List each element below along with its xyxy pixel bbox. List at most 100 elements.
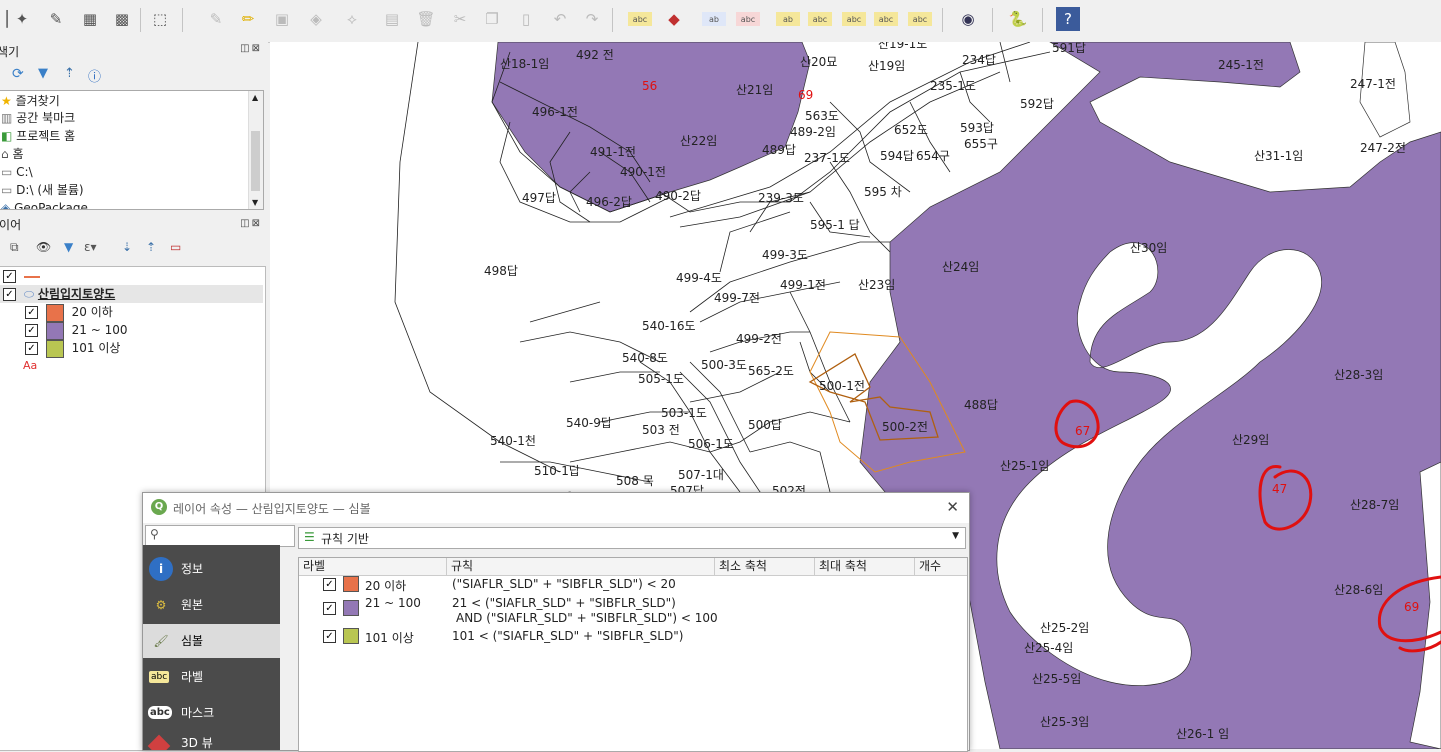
label-properties-icon[interactable]: abc — [908, 12, 932, 26]
browser-item[interactable]: ▥ 공간 북마크 — [1, 109, 75, 127]
rule-row[interactable]: ✓ 101 이상 101 < ("SIAFLR_SLD" + "SIBFLR_S… — [299, 628, 967, 645]
rule-row[interactable]: ✓ 21 ~ 100 21 < ("SIAFLR_SLD" + "SIBFLR_… — [299, 594, 967, 626]
rule-checkbox[interactable]: ✓ — [323, 630, 336, 643]
browser-item[interactable]: ▭ C:\ — [1, 163, 33, 181]
search-input[interactable]: ⚲ — [145, 525, 295, 547]
column-header-max-scale[interactable]: 최대 축척 — [815, 558, 915, 575]
layer-visibility-checkbox[interactable]: ✓ — [3, 270, 16, 283]
copy-icon[interactable]: ❐ — [480, 7, 504, 31]
save-edits-icon[interactable]: ▣ — [270, 7, 294, 31]
current-edits-icon[interactable]: ✎ — [204, 7, 228, 31]
layer-row-line[interactable]: ✓ — [3, 267, 40, 285]
python-console-icon[interactable]: 🐍 — [1006, 7, 1030, 31]
highlight-pinned-labels-icon[interactable]: ab — [702, 12, 726, 26]
refresh-icon[interactable]: ⟳ — [12, 66, 24, 82]
legend-checkbox[interactable]: ✓ — [25, 342, 38, 355]
expand-all-icon[interactable]: ⇣ — [122, 240, 132, 254]
show-hide-labels-icon[interactable]: ab — [776, 12, 800, 26]
browser-item[interactable]: ▭ D:\ (새 볼륨) — [1, 181, 84, 199]
remove-layer-icon[interactable]: ▭ — [170, 240, 181, 254]
browser-item[interactable]: ◧ 프로젝트 홈 — [1, 127, 75, 145]
globe-plugin-icon[interactable]: ◉ — [956, 7, 980, 31]
label-layer-icon: Aa — [23, 359, 38, 372]
legend-checkbox[interactable]: ✓ — [25, 306, 38, 319]
rule-checkbox[interactable]: ✓ — [323, 602, 336, 615]
layers-toolbar: ⧉ 👁 ▼ ε▾ ⇣ ⇡ ▭ — [0, 240, 194, 260]
parcel-label: 499-3도 — [762, 248, 808, 262]
browser-scrollbar[interactable]: ▲ ▼ — [248, 91, 263, 209]
parcel-label: 239-3도 — [758, 191, 804, 205]
browser-item[interactable]: ★ 즐겨찾기 — [1, 92, 60, 110]
collapse-all-icon[interactable]: ⇡ — [146, 240, 156, 254]
parcel-label: 489-2임 — [790, 125, 836, 139]
browser-item[interactable]: ◈ GeoPackage — [1, 199, 88, 209]
browser-item[interactable]: ⌂ 홈 — [1, 145, 24, 163]
parcel-label: 595 차 — [864, 185, 902, 199]
redo-icon[interactable]: ↷ — [580, 7, 604, 31]
nav-item-mask[interactable]: abc 마스크 — [143, 696, 280, 730]
nav-item-labels[interactable]: abc 라벨 — [143, 660, 280, 694]
parcel-label: 산28-3임 — [1334, 368, 1383, 382]
parcel-label: 503-1도 — [661, 406, 707, 420]
legend-item[interactable]: ✓ 20 이하 — [25, 303, 113, 322]
label-tool-icon[interactable]: abc — [628, 12, 652, 26]
scroll-down-icon[interactable]: ▼ — [252, 198, 258, 207]
nav-item-3d-view[interactable]: 3D 뷰 — [143, 732, 280, 750]
properties-info-icon[interactable]: ⓘ — [88, 66, 101, 85]
vertex-tool-icon[interactable]: ⟡ — [340, 7, 364, 31]
new-grid-icon[interactable]: ▩ — [110, 7, 134, 31]
pencil-icon[interactable]: ✏ — [236, 7, 260, 31]
layer-row-group[interactable]: ✓ ⬭ 산림입지토양도 — [0, 285, 263, 303]
parcel-label: 산25-1임 — [1000, 459, 1049, 473]
parcel-label: 산30임 — [1130, 241, 1167, 255]
filter-legend-icon[interactable]: ▼ — [64, 240, 73, 254]
help-icon[interactable]: ? — [1056, 7, 1080, 31]
annotation-label: 56 — [642, 79, 657, 93]
scroll-up-icon[interactable]: ▲ — [252, 93, 258, 102]
filter-icon[interactable]: ▼ — [38, 66, 48, 81]
toggle-editing-icon[interactable]: ⬚ — [148, 7, 172, 31]
add-feature-icon[interactable]: ◈ — [304, 7, 328, 31]
panel-float-close-icon[interactable]: ◫⊠ — [240, 218, 262, 229]
column-header-label[interactable]: 라벨 — [299, 558, 447, 575]
column-header-count[interactable]: 개수 — [915, 558, 967, 575]
modify-attributes-icon[interactable]: ▤ — [380, 7, 404, 31]
filter-expression-icon[interactable]: ε▾ — [84, 240, 97, 254]
change-label-icon[interactable]: abc — [874, 12, 898, 26]
nav-item-source[interactable]: ⚙ 원본 — [143, 588, 280, 622]
open-styling-icon[interactable]: ⧉ — [10, 240, 19, 255]
rule-checkbox[interactable]: ✓ — [323, 578, 336, 591]
legend-item[interactable]: ✓ 21 ~ 100 — [25, 321, 128, 340]
nav-item-symbology[interactable]: 🖌 심볼 — [143, 624, 280, 658]
panel-float-close-icon[interactable]: ◫⊠ — [240, 43, 262, 54]
manage-visibility-icon[interactable]: 👁 — [36, 240, 51, 254]
nav-item-info[interactable]: i 정보 — [143, 552, 280, 586]
paste-icon[interactable]: ▯ — [514, 7, 538, 31]
new-layer-icon[interactable]: ✎ — [44, 7, 68, 31]
column-header-min-scale[interactable]: 최소 축척 — [715, 558, 815, 575]
parcel-label: 247-1전 — [1350, 77, 1396, 91]
rule-row[interactable]: ✓ 20 이하 ("SIAFLR_SLD" + "SIBFLR_SLD") < … — [299, 576, 967, 593]
digitize-vertex-icon[interactable]: ✦ — [10, 7, 34, 31]
diagram-tool-icon[interactable]: ◆ — [662, 7, 686, 31]
renderer-dropdown[interactable]: ☰ 규칙 기반 ▼ — [298, 527, 966, 549]
parcel-label: 510-1답 — [534, 464, 580, 478]
rule-based-icon: ☰ — [304, 530, 315, 544]
undo-icon[interactable]: ↶ — [548, 7, 572, 31]
delete-selected-icon[interactable]: 🗑 — [414, 7, 438, 31]
dialog-close-button[interactable]: ✕ — [946, 498, 959, 516]
parcel-label: 490-1전 — [620, 165, 666, 179]
pin-labels-icon[interactable]: abc — [736, 12, 760, 26]
collapse-all-icon[interactable]: ⇡ — [64, 66, 75, 81]
layer-visibility-checkbox[interactable]: ✓ — [3, 288, 16, 301]
parcel-label: 500-3도 — [701, 358, 747, 372]
parcel-label: 595-1 답 — [810, 218, 860, 232]
column-header-rule[interactable]: 규칙 — [447, 558, 715, 575]
legend-checkbox[interactable]: ✓ — [25, 324, 38, 337]
move-label-icon[interactable]: abc — [808, 12, 832, 26]
scroll-thumb[interactable] — [251, 131, 260, 191]
rotate-label-icon[interactable]: abc — [842, 12, 866, 26]
gps-icon[interactable]: ▦ — [78, 7, 102, 31]
cut-icon[interactable]: ✂ — [448, 7, 472, 31]
legend-item[interactable]: ✓ 101 이상 — [25, 339, 120, 358]
